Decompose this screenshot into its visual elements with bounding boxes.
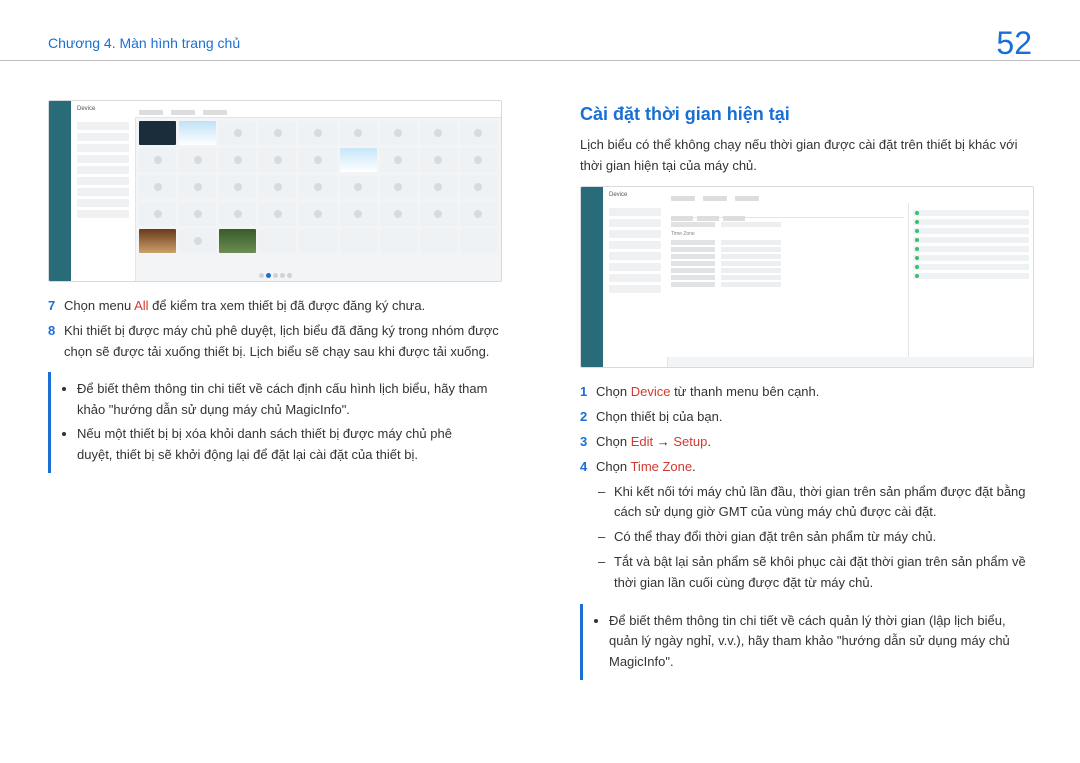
- note-block: Để biết thêm thông tin chi tiết về cách …: [580, 604, 1032, 680]
- step-list-right: 1 Chọn Device từ thanh menu bên cạnh. 2 …: [580, 382, 1032, 477]
- step-text: Chọn Time Zone.: [596, 457, 696, 478]
- section-title: Cài đặt thời gian hiện tại: [580, 100, 1032, 129]
- device-list-panel: [908, 203, 1033, 357]
- dash-item: Có thể thay đổi thời gian đặt trên sản p…: [598, 527, 1032, 548]
- screenshot-device-grid: Device: [48, 100, 502, 282]
- note-item: Nếu một thiết bị bị xóa khỏi danh sách t…: [77, 424, 488, 466]
- screenshot-device-setup: Device Time Zone: [580, 186, 1034, 368]
- note-item: Để biết thêm thông tin chi tiết về cách …: [609, 611, 1020, 673]
- content-columns: Device: [48, 100, 1032, 680]
- app-nav-rail: [581, 187, 603, 367]
- step-number: 2: [580, 407, 596, 428]
- app-toolbar: [135, 101, 501, 118]
- pagination-dots: [49, 273, 501, 278]
- note-item: Để biết thêm thông tin chi tiết về cách …: [77, 379, 488, 421]
- step-text: Chọn Edit → Setup.: [596, 432, 711, 453]
- app-toolbar: [667, 187, 1033, 204]
- page-number: 52: [996, 18, 1032, 69]
- note-block: Để biết thêm thông tin chi tiết về cách …: [48, 372, 500, 472]
- step-item: 8 Khi thiết bị được máy chủ phê duyệt, l…: [48, 321, 500, 363]
- setup-form: Time Zone: [667, 203, 908, 357]
- app-left-panel: Device: [71, 101, 136, 281]
- app-left-panel: Device: [603, 187, 668, 367]
- document-page: Chương 4. Màn hình trang chủ 52 Device: [0, 0, 1080, 763]
- page-header: Chương 4. Màn hình trang chủ 52: [48, 18, 1032, 69]
- dash-item: Khi kết nối tới máy chủ lần đầu, thời gi…: [598, 482, 1032, 524]
- step-text: Chọn menu All để kiểm tra xem thiết bị đ…: [64, 296, 425, 317]
- header-rule: [0, 60, 1080, 61]
- step-text: Chọn Device từ thanh menu bên cạnh.: [596, 382, 819, 403]
- thumbnail-grid: [139, 121, 497, 267]
- right-column: Cài đặt thời gian hiện tại Lịch biểu có …: [580, 100, 1032, 680]
- step-text: Khi thiết bị được máy chủ phê duyệt, lịc…: [64, 321, 500, 363]
- step-number: 3: [580, 432, 596, 453]
- panel-title: Device: [71, 101, 135, 119]
- app-nav-rail: [49, 101, 71, 281]
- step-text: Chọn thiết bị của bạn.: [596, 407, 722, 428]
- step-item: 3 Chọn Edit → Setup.: [580, 432, 1032, 453]
- step-number: 1: [580, 382, 596, 403]
- step-item: 1 Chọn Device từ thanh menu bên cạnh.: [580, 382, 1032, 403]
- step-list-left: 7 Chọn menu All để kiểm tra xem thiết bị…: [48, 296, 500, 362]
- dash-item: Tắt và bật lại sản phẩm sẽ khôi phục cài…: [598, 552, 1032, 594]
- step-item: 4 Chọn Time Zone.: [580, 457, 1032, 478]
- step-item: 7 Chọn menu All để kiểm tra xem thiết bị…: [48, 296, 500, 317]
- step-number: 8: [48, 321, 64, 342]
- left-column: Device: [48, 100, 500, 680]
- step-number: 4: [580, 457, 596, 478]
- step-item: 2 Chọn thiết bị của bạn.: [580, 407, 1032, 428]
- section-intro: Lịch biểu có thể không chạy nếu thời gia…: [580, 135, 1032, 177]
- step-number: 7: [48, 296, 64, 317]
- panel-title: Device: [603, 187, 667, 205]
- dash-notes: Khi kết nối tới máy chủ lần đầu, thời gi…: [598, 482, 1032, 594]
- timezone-section-label: Time Zone: [671, 230, 904, 238]
- chapter-title: Chương 4. Màn hình trang chủ: [48, 32, 240, 54]
